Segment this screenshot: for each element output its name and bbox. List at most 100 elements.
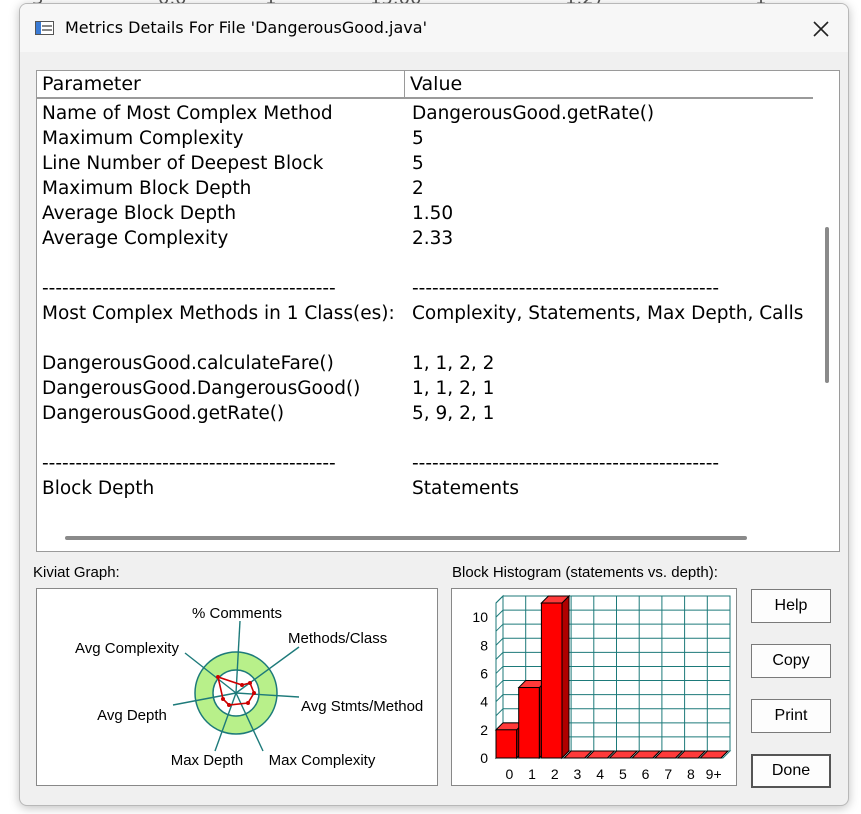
report-row: ----------------------------------------…	[37, 451, 813, 476]
block-histogram: 0 2 4 6 8 10 0 1 2 3 4 5 6 7 8 9+	[451, 588, 737, 786]
row-value: 5	[412, 153, 424, 174]
row-parameter: ----------------------------------------…	[42, 453, 336, 474]
row-parameter: DangerousGood.calculateFare()	[42, 353, 334, 374]
row-parameter: DangerousGood.getRate()	[42, 403, 285, 424]
help-button[interactable]: Help	[751, 589, 831, 623]
row-value: 5	[412, 128, 424, 149]
kiviat-point	[216, 675, 220, 679]
report-row	[37, 326, 813, 351]
histogram-y-tick-label: 6	[480, 665, 488, 681]
report-row: Average Block Depth 1.50	[37, 201, 813, 226]
row-value: 5, 9, 2, 1	[412, 403, 495, 424]
report-row: ----------------------------------------…	[37, 276, 813, 301]
histogram-x-tick-label: 7	[664, 766, 672, 782]
report-row	[37, 251, 813, 276]
report-row: Block Depth Statements	[37, 476, 813, 501]
kiviat-svg: % Comments Methods/Class Avg Stmts/Method M…	[75, 605, 423, 769]
row-parameter: DangerousGood.DangerousGood()	[42, 378, 361, 399]
horizontal-scroll-thumb[interactable]	[65, 536, 747, 540]
app-window-icon	[35, 21, 54, 35]
kiviat-axis-label: Methods/Class	[288, 630, 387, 647]
column-header-parameter[interactable]: Parameter	[37, 71, 405, 99]
kiviat-point	[248, 681, 252, 685]
close-button[interactable]	[808, 16, 834, 42]
histogram-bar	[518, 687, 540, 759]
report-row: DangerousGood.DangerousGood() 1, 1, 2, 1	[37, 376, 813, 401]
row-value: 1.50	[412, 203, 454, 224]
kiviat-axis-label: Avg Depth	[97, 707, 167, 724]
histogram-x-tick-label: 6	[642, 766, 650, 782]
histogram-y-tick-label: 10	[472, 609, 488, 625]
histogram-bar-side	[561, 594, 570, 760]
histogram-y-tick-label: 2	[480, 722, 488, 738]
row-value: ----------------------------------------…	[412, 278, 720, 299]
vertical-scroll-thumb[interactable]	[825, 227, 829, 383]
kiviat-point	[252, 691, 256, 695]
histogram-x-tick-label: 5	[619, 766, 627, 782]
column-header-value[interactable]: Value	[405, 71, 813, 99]
kiviat-graph-label: Kiviat Graph:	[33, 564, 120, 581]
kiviat-axis-label: Avg Stmts/Method	[301, 698, 423, 715]
report-row: Maximum Complexity 5	[37, 126, 813, 151]
kiviat-point	[246, 701, 250, 705]
report-row	[37, 426, 813, 451]
kiviat-point	[227, 703, 231, 707]
histogram-label: Block Histogram (statements vs. depth):	[452, 564, 718, 581]
row-value: 1, 1, 2, 2	[412, 353, 495, 374]
report-row: Maximum Block Depth 2	[37, 176, 813, 201]
histogram-x-tick-label: 3	[574, 766, 582, 782]
row-parameter: Name of Most Complex Method	[42, 103, 333, 124]
row-value: 1, 1, 2, 1	[412, 378, 495, 399]
histogram-x-tick-label: 4	[596, 766, 604, 782]
row-value: 2	[412, 178, 424, 199]
row-parameter: Maximum Complexity	[42, 128, 244, 149]
histogram-x-tick-label: 9+	[706, 766, 722, 782]
histogram-x-tick-label: 0	[505, 766, 513, 782]
row-value: DangerousGood.getRate()	[412, 103, 655, 124]
kiviat-axis-label: % Comments	[192, 605, 282, 622]
kiviat-point	[221, 697, 225, 701]
report-row: Name of Most Complex Method DangerousGood…	[37, 101, 813, 126]
row-parameter: Average Block Depth	[42, 203, 237, 224]
row-parameter: Line Number of Deepest Block	[42, 153, 324, 174]
report-row: DangerousGood.calculateFare() 1, 1, 2, 2	[37, 351, 813, 376]
row-value: Statements	[412, 478, 519, 499]
report-row: Most Complex Methods in 1 Class(es): Comp…	[37, 301, 813, 326]
metrics-dialog: Metrics Details For File 'DangerousGood.…	[19, 3, 849, 806]
close-icon	[813, 21, 829, 37]
histogram-y-tick-label: 4	[480, 694, 488, 710]
report-row: Line Number of Deepest Block 5	[37, 151, 813, 176]
horizontal-scrollbar[interactable]	[37, 527, 839, 551]
report-row: Average Complexity 2.33	[37, 226, 813, 251]
kiviat-graph: % Comments Methods/Class Avg Stmts/Method M…	[36, 588, 438, 786]
dialog-title: Metrics Details For File 'DangerousGood.…	[65, 18, 427, 37]
metrics-report-list[interactable]: Parameter Value Name of Most Complex Met…	[36, 70, 840, 552]
kiviat-point	[240, 683, 244, 687]
histogram-y-tick-label: 0	[480, 750, 488, 766]
done-button[interactable]: Done	[751, 754, 831, 788]
title-bar[interactable]: Metrics Details For File 'DangerousGood.…	[20, 4, 848, 52]
kiviat-axis-label: Avg Complexity	[75, 640, 179, 657]
row-value: Complexity, Statements, Max Depth, Calls	[412, 303, 804, 324]
report-rows: Name of Most Complex Method DangerousGood…	[37, 101, 813, 501]
row-parameter: Maximum Block Depth	[42, 178, 252, 199]
histogram-bar	[495, 729, 518, 759]
row-value: 2.33	[412, 228, 454, 249]
histogram-x-tick-label: 1	[528, 766, 536, 782]
histogram-x-tick-label: 8	[687, 766, 695, 782]
row-parameter: Block Depth	[42, 478, 155, 499]
report-row: DangerousGood.getRate() 5, 9, 2, 1	[37, 401, 813, 426]
row-value: ----------------------------------------…	[412, 453, 720, 474]
kiviat-axis-label: Max Complexity	[269, 752, 376, 769]
row-parameter: Average Complexity	[42, 228, 229, 249]
histogram-x-tick-label: 2	[551, 766, 559, 782]
kiviat-axis-label: Max Depth	[171, 752, 244, 769]
print-button[interactable]: Print	[751, 699, 831, 733]
histogram-y-tick-label: 8	[480, 637, 488, 653]
vertical-scrollbar[interactable]	[813, 71, 839, 527]
histogram-svg: 02468100 1 2 3 4 5 6 7 8 9+	[472, 594, 732, 782]
histogram-bar	[540, 602, 563, 759]
row-parameter: Most Complex Methods in 1 Class(es):	[42, 303, 395, 324]
copy-button[interactable]: Copy	[751, 644, 831, 678]
row-parameter: ----------------------------------------…	[42, 278, 336, 299]
